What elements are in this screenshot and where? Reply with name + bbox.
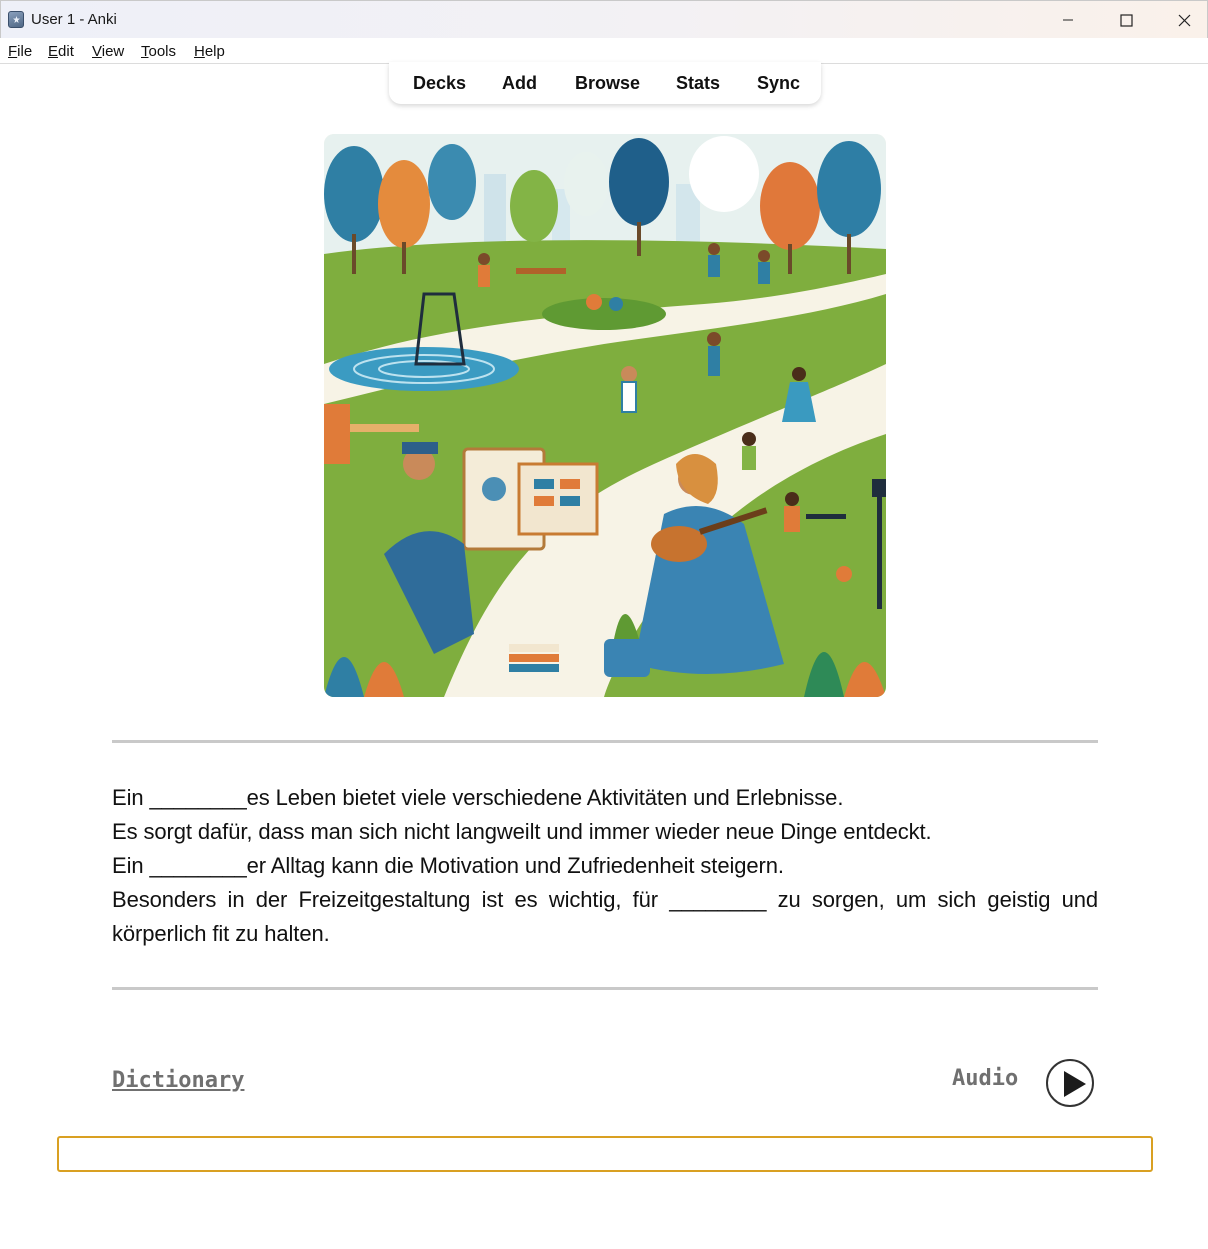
cloze-text: Ein ________es Leben bietet viele versch… bbox=[112, 781, 1098, 951]
cloze-line-1: Ein ________es Leben bietet viele versch… bbox=[112, 785, 844, 810]
menu-view-mnemonic: V bbox=[92, 43, 102, 60]
dictionary-link[interactable]: Dictionary bbox=[112, 1068, 244, 1093]
menu-tools-mnemonic: T bbox=[141, 43, 149, 60]
toolbar-add-link[interactable]: Add bbox=[502, 73, 537, 94]
menu-tools[interactable]: Tools bbox=[141, 43, 176, 60]
park-leisure-illustration bbox=[324, 134, 886, 697]
toolbar-browse-link[interactable]: Browse bbox=[575, 73, 640, 94]
window-title: User 1 - Anki bbox=[31, 11, 117, 28]
menu-help[interactable]: Help bbox=[194, 43, 225, 60]
play-audio-button[interactable] bbox=[1046, 1059, 1094, 1107]
card-illustration bbox=[324, 134, 886, 697]
menu-tools-label: ools bbox=[148, 43, 177, 60]
cloze-line-4: Besonders in der Freizeitgestaltung ist … bbox=[112, 887, 1098, 946]
menu-view[interactable]: View bbox=[92, 43, 124, 60]
toolbar-decks-link[interactable]: Decks bbox=[413, 73, 466, 94]
maximize-button[interactable] bbox=[1097, 1, 1155, 39]
minimize-icon bbox=[1063, 19, 1073, 21]
maximize-icon bbox=[1119, 13, 1133, 27]
close-icon bbox=[1178, 14, 1190, 26]
menu-file-label: ile bbox=[17, 43, 33, 60]
menu-edit-label: dit bbox=[58, 43, 74, 60]
divider-bottom bbox=[112, 987, 1098, 990]
menu-file-mnemonic: F bbox=[8, 43, 18, 60]
menu-view-label: iew bbox=[101, 43, 125, 60]
menu-edit[interactable]: Edit bbox=[48, 43, 74, 60]
divider-top bbox=[112, 740, 1098, 743]
menu-file[interactable]: File bbox=[8, 43, 32, 60]
answer-input[interactable] bbox=[57, 1136, 1153, 1172]
cloze-line-3: Ein ________er Alltag kann die Motivatio… bbox=[112, 853, 784, 878]
toolbar-stats-link[interactable]: Stats bbox=[676, 73, 720, 94]
menu-edit-mnemonic: E bbox=[48, 43, 59, 60]
anki-app-icon bbox=[8, 11, 24, 28]
audio-label: Audio bbox=[952, 1066, 1019, 1091]
window-titlebar: User 1 - Anki bbox=[0, 0, 1208, 38]
menu-help-label: elp bbox=[204, 43, 225, 60]
menu-bar: File Edit View Tools Help bbox=[0, 38, 1208, 64]
minimize-button[interactable] bbox=[1039, 1, 1097, 39]
main-toolbar: Decks Add Browse Stats Sync bbox=[389, 62, 821, 104]
menu-help-mnemonic: H bbox=[194, 43, 205, 60]
cloze-line-2: Es sorgt dafür, dass man sich nicht lang… bbox=[112, 819, 932, 844]
toolbar-sync-link[interactable]: Sync bbox=[757, 73, 800, 94]
close-button[interactable] bbox=[1155, 1, 1208, 39]
